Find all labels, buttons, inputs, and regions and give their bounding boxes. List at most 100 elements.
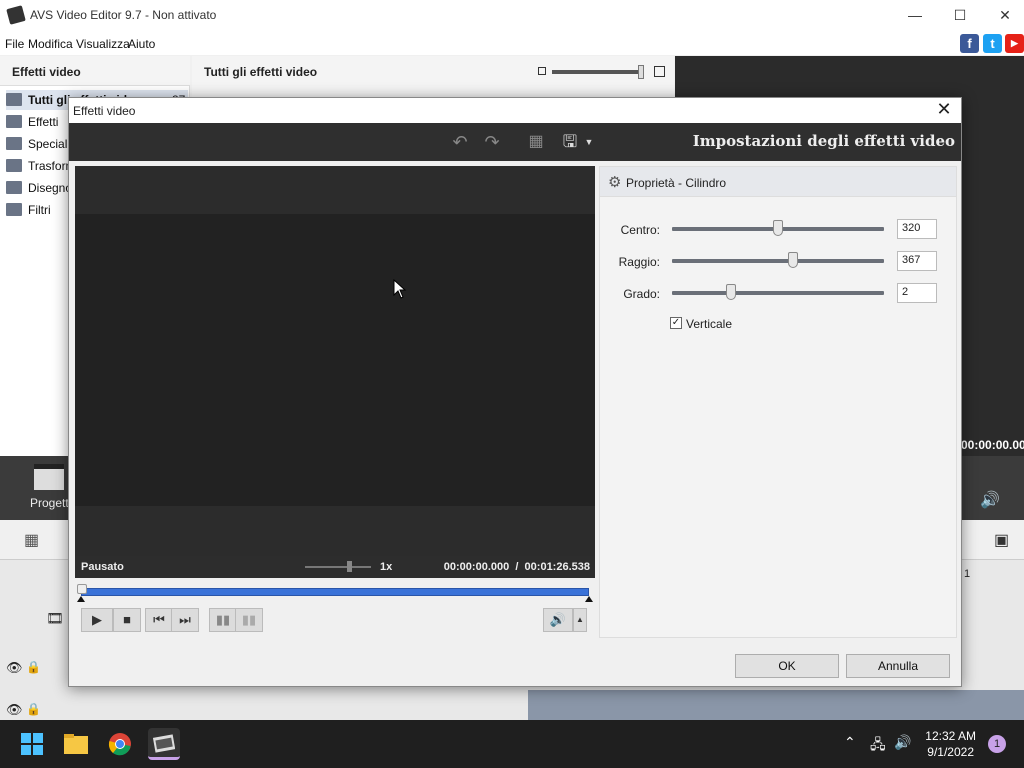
lock-icon[interactable]: 🔒 — [26, 660, 41, 674]
raggio-slider-knob[interactable] — [787, 252, 798, 268]
windows-icon — [21, 733, 43, 755]
seek-knob[interactable] — [77, 584, 87, 594]
fullscreen-icon[interactable]: ▣ — [994, 530, 1009, 550]
close-button[interactable]: ✕ — [995, 5, 1015, 25]
cancel-button[interactable]: Annulla — [846, 654, 950, 678]
twitter-icon[interactable]: t — [983, 34, 1002, 53]
volume-button[interactable]: 🔊 — [543, 608, 573, 632]
param-label-grado: Grado: — [623, 287, 660, 301]
film-icon: 🎞 — [46, 610, 64, 626]
undo-icon[interactable]: ↶ — [449, 131, 471, 153]
monitor-icon[interactable]: 🖫 — [559, 131, 581, 153]
play-button[interactable]: ▶ — [81, 608, 113, 632]
dialog-toolbar: ↶ ↷ ▦ 🖫 ▼ Impostazioni degli effetti vid… — [69, 123, 961, 161]
title-bar: AVS Video Editor 9.7 - Non attivato — ☐ … — [0, 0, 1024, 31]
panel-header: Effetti video — [0, 56, 190, 86]
menu-bar: File Modifica Visualizza Aiuto — [0, 31, 1024, 55]
timeline-track-block — [528, 690, 1024, 720]
maximize-button[interactable]: ☐ — [950, 5, 970, 25]
menu-aiuto[interactable]: Aiuto — [128, 37, 155, 51]
redo-icon[interactable]: ↷ — [481, 131, 503, 153]
mark-out-button[interactable]: ▮▮ — [235, 608, 263, 632]
notification-badge[interactable]: 1 — [988, 735, 1006, 753]
centro-slider-knob[interactable] — [773, 220, 783, 236]
dialog-heading: Impostazioni degli effetti video — [692, 132, 955, 150]
eye-icon[interactable]: 👁 — [6, 702, 23, 718]
next-frame-button[interactable]: ⏭ — [171, 608, 199, 632]
param-label-centro: Centro: — [620, 223, 660, 237]
param-label-raggio: Raggio: — [618, 255, 660, 269]
large-thumb-icon[interactable] — [654, 66, 665, 77]
properties-header: ⚙ Proprietà - Cilindro — [600, 167, 956, 197]
monitor-dropdown-icon[interactable]: ▼ — [583, 131, 595, 153]
start-marker-icon[interactable] — [77, 596, 85, 602]
seek-track[interactable] — [81, 588, 589, 596]
speed-slider[interactable] — [305, 566, 371, 568]
grado-value-input[interactable]: 2 — [897, 283, 937, 303]
seek-bar[interactable] — [75, 580, 595, 602]
stop-button[interactable]: ■ — [113, 608, 141, 632]
menu-modifica[interactable]: Modifica — [28, 37, 73, 51]
file-explorer-button[interactable] — [60, 728, 92, 760]
properties-panel: ⚙ Proprietà - Cilindro Centro: 320 Raggi… — [599, 166, 957, 638]
minimize-button[interactable]: — — [905, 5, 925, 25]
folder-icon — [64, 734, 88, 754]
verticale-label: Verticale — [686, 317, 733, 331]
volume-dropdown-icon[interactable]: ▲ — [573, 608, 587, 632]
network-icon[interactable]: 🖧 — [870, 734, 886, 758]
folder-icon — [6, 137, 22, 150]
film-icon — [152, 734, 176, 753]
gear-icon: ⚙ — [608, 174, 622, 191]
playback-status: Pausato — [81, 561, 124, 573]
start-button[interactable] — [16, 728, 48, 760]
video-preview — [75, 166, 595, 578]
speed-slider-knob[interactable] — [347, 561, 352, 572]
mark-in-button[interactable]: ▮▮ — [209, 608, 237, 632]
chrome-button[interactable] — [104, 728, 136, 760]
eye-icon[interactable]: 👁 — [6, 660, 23, 676]
folder-icon — [6, 203, 22, 216]
chrome-icon — [108, 733, 131, 756]
menu-visualizza[interactable]: Visualizza — [76, 37, 130, 51]
app-logo-icon — [6, 5, 26, 25]
folder-icon — [6, 181, 22, 194]
preview-letterbox-top — [75, 166, 595, 214]
lock-icon[interactable]: 🔒 — [26, 702, 41, 716]
folder-icon — [6, 159, 22, 172]
ok-button[interactable]: OK — [735, 654, 839, 678]
previous-frame-button[interactable]: ⏮ — [145, 608, 173, 632]
grid-icon[interactable]: ▦ — [525, 131, 547, 153]
dialog-title-bar: Effetti video ✕ — [69, 98, 961, 123]
properties-title: Proprietà - Cilindro — [626, 176, 727, 190]
effects-grid-header: Tutti gli effetti video — [192, 56, 674, 100]
system-clock[interactable]: 12:32 AM 9/1/2022 — [925, 728, 976, 760]
taskbar: ⌃ 🖧 🔊 12:32 AM 9/1/2022 1 — [0, 720, 1024, 768]
avs-editor-button[interactable] — [148, 728, 180, 760]
grado-slider-knob[interactable] — [726, 284, 737, 300]
raggio-value-input[interactable]: 367 — [897, 251, 937, 271]
playback-status-bar: Pausato 1x 00:00:00.000 / 00:01:26.538 — [75, 556, 595, 578]
dialog-title: Effetti video — [73, 104, 136, 118]
grado-slider[interactable] — [672, 291, 884, 295]
folder-icon — [6, 93, 22, 106]
dialog-close-icon[interactable]: ✕ — [933, 99, 955, 120]
speaker-icon[interactable]: 🔊 — [894, 734, 911, 751]
volume-icon[interactable]: 🔊 — [980, 490, 1000, 510]
clapperboard-icon[interactable] — [34, 464, 64, 490]
verticale-checkbox[interactable]: ✓ — [670, 317, 682, 329]
small-thumb-icon[interactable] — [538, 67, 546, 75]
fit-icon[interactable]: ▦ — [24, 530, 39, 550]
folder-icon — [6, 115, 22, 128]
centro-value-input[interactable]: 320 — [897, 219, 937, 239]
thumb-size-slider[interactable] — [552, 70, 644, 74]
facebook-icon[interactable]: f — [960, 34, 979, 53]
raggio-slider[interactable] — [672, 259, 884, 263]
thumb-size-knob[interactable] — [638, 65, 644, 79]
end-marker-icon[interactable] — [585, 596, 593, 602]
menu-file[interactable]: File — [5, 37, 24, 51]
video-effects-dialog: Effetti video ✕ ↶ ↷ ▦ 🖫 ▼ Impostazioni d… — [68, 97, 962, 687]
youtube-icon[interactable]: ▶ — [1005, 34, 1024, 53]
mouse-cursor-icon — [393, 279, 407, 299]
chevron-up-icon[interactable]: ⌃ — [844, 734, 856, 751]
window-title: AVS Video Editor 9.7 - Non attivato — [30, 8, 217, 22]
